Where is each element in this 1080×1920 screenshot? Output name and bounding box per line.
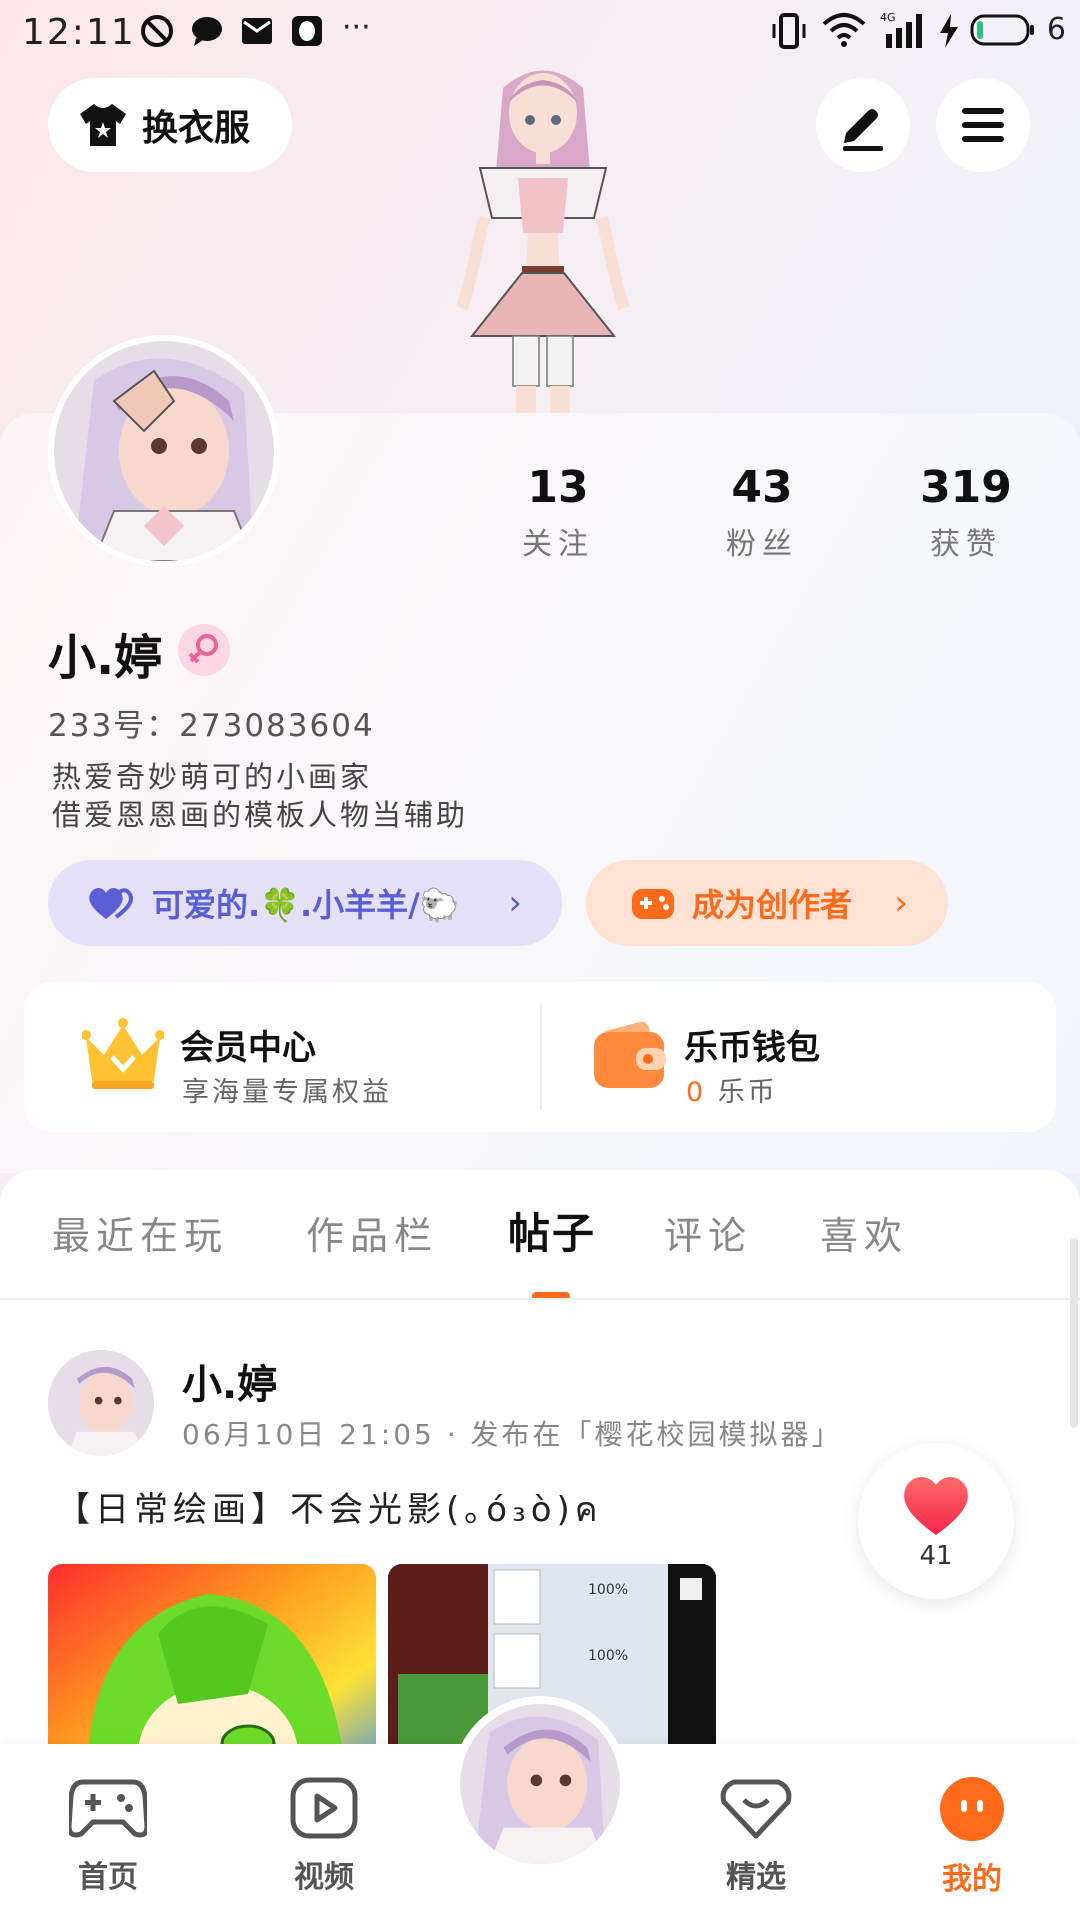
wallet-amount: 0 bbox=[686, 1077, 707, 1108]
tab-posts[interactable]: 帖子 bbox=[508, 1200, 596, 1261]
vibrate-icon bbox=[772, 13, 806, 49]
become-creator-button[interactable]: 成为创作者 › bbox=[586, 860, 948, 946]
heart-icon bbox=[904, 1476, 968, 1535]
avatar-image bbox=[54, 341, 274, 561]
change-outfit-button[interactable]: 换衣服 bbox=[48, 78, 292, 172]
tab-recent-played[interactable]: 最近在玩 bbox=[52, 1205, 228, 1260]
menu-button[interactable] bbox=[936, 78, 1030, 172]
battery-icon bbox=[970, 14, 1034, 46]
gamepad-icon bbox=[632, 889, 674, 919]
profile-avatar[interactable] bbox=[48, 335, 280, 567]
svg-text:100%: 100% bbox=[588, 1582, 628, 1598]
wallet-entry[interactable]: 乐币钱包 0 乐币 bbox=[542, 982, 1056, 1132]
chevron-right-icon: › bbox=[508, 883, 522, 923]
bio-line-2: 借爱恩恩画的模板人物当辅助 bbox=[52, 798, 469, 832]
become-creator-label: 成为创作者 bbox=[692, 886, 853, 924]
gamepad-icon bbox=[66, 1779, 150, 1838]
following-label: 关注 bbox=[522, 527, 594, 562]
profile-username: 小.婷 bbox=[48, 630, 163, 686]
crown-icon bbox=[82, 1018, 164, 1089]
nav-profile-avatar[interactable] bbox=[452, 1696, 628, 1872]
charging-icon bbox=[940, 14, 958, 48]
avatar-image bbox=[460, 1704, 620, 1864]
dnd-icon bbox=[141, 15, 173, 47]
featured-heart-icon bbox=[720, 1779, 792, 1839]
tshirt-icon bbox=[80, 104, 126, 146]
nav-home[interactable]: 首页 bbox=[38, 1776, 178, 1896]
stat-following[interactable]: 13 关注 bbox=[478, 462, 638, 563]
stat-followers[interactable]: 43 粉丝 bbox=[682, 462, 842, 563]
more-notifications-icon: ··· bbox=[342, 10, 371, 45]
nav-featured[interactable]: 精选 bbox=[686, 1776, 826, 1896]
following-count: 13 bbox=[527, 462, 589, 513]
svg-text:100%: 100% bbox=[588, 1648, 628, 1664]
tab-comments[interactable]: 评论 bbox=[664, 1205, 752, 1260]
hamburger-icon bbox=[962, 108, 1004, 142]
wallet-icon bbox=[594, 1021, 666, 1088]
likes-received-count: 319 bbox=[920, 462, 1012, 513]
post-author-name[interactable]: 小.婷 bbox=[182, 1352, 277, 1410]
chevron-right-icon: › bbox=[894, 883, 908, 923]
member-center-entry[interactable]: 会员中心 享海量专属权益 bbox=[24, 982, 540, 1132]
female-gender-icon bbox=[178, 624, 230, 676]
guild-button[interactable]: 可爱的.🍀.小羊羊/🐑 › bbox=[48, 860, 562, 946]
message-icon bbox=[192, 17, 222, 46]
edit-profile-button[interactable] bbox=[816, 78, 910, 172]
nav-video[interactable]: 视频 bbox=[254, 1776, 394, 1896]
member-center-subtitle: 享海量专属权益 bbox=[182, 1077, 392, 1108]
nav-mine-label: 我的 bbox=[942, 1862, 1002, 1897]
avatar-3d-model[interactable] bbox=[418, 58, 668, 413]
cellular-signal-icon: 4G bbox=[880, 11, 922, 48]
like-button[interactable]: 41 bbox=[858, 1443, 1014, 1599]
tab-divider bbox=[0, 1298, 1080, 1300]
qq-icon bbox=[292, 16, 322, 46]
wallet-unit: 乐币 bbox=[717, 1077, 778, 1108]
tab-likes[interactable]: 喜欢 bbox=[820, 1205, 908, 1260]
me-face-icon bbox=[940, 1777, 1004, 1841]
stat-likes[interactable]: 319 获赞 bbox=[886, 462, 1046, 563]
wallet-title: 乐币钱包 bbox=[684, 1028, 820, 1068]
nav-featured-label: 精选 bbox=[726, 1860, 786, 1895]
status-bar: 12:11 ··· 4G 6 bbox=[0, 0, 1080, 62]
followers-label: 粉丝 bbox=[726, 527, 798, 562]
post-meta: 06月10日 21:05 · 发布在「樱花校园模拟器」 bbox=[182, 1418, 843, 1451]
pen-icon bbox=[843, 109, 883, 151]
svg-text:4G: 4G bbox=[880, 11, 896, 24]
mail-icon bbox=[242, 18, 272, 44]
post-author-avatar[interactable] bbox=[48, 1350, 154, 1456]
user-id[interactable]: 233号：273083604 bbox=[48, 700, 375, 745]
guild-label: 可爱的.🍀.小羊羊/🐑 bbox=[152, 886, 460, 924]
nav-video-label: 视频 bbox=[294, 1860, 354, 1895]
likes-received-label: 获赞 bbox=[930, 527, 1002, 562]
like-count: 41 bbox=[919, 1541, 953, 1571]
scrollbar[interactable] bbox=[1070, 1238, 1078, 1428]
nav-mine[interactable]: 我的 bbox=[902, 1776, 1042, 1898]
tab-works[interactable]: 作品栏 bbox=[306, 1205, 438, 1260]
wallet-balance: 0 乐币 bbox=[686, 1070, 778, 1109]
change-outfit-label: 换衣服 bbox=[142, 108, 251, 149]
battery-level: 6 bbox=[1046, 12, 1066, 47]
avatar-image bbox=[48, 1350, 154, 1456]
wifi-icon bbox=[822, 13, 866, 47]
followers-count: 43 bbox=[731, 462, 793, 513]
status-time: 12:11 bbox=[22, 12, 136, 53]
profile-bio: 热爱奇妙萌可的小画家 借爱恩恩画的模板人物当辅助 bbox=[52, 758, 468, 834]
post-text[interactable]: 【日常绘画】不会光影(｡ó₃ò)ค bbox=[56, 1482, 603, 1536]
bio-line-1: 热爱奇妙萌可的小画家 bbox=[52, 760, 373, 794]
member-center-title: 会员中心 bbox=[180, 1028, 316, 1068]
member-wallet-card: 会员中心 享海量专属权益 乐币钱包 0 乐币 bbox=[24, 982, 1056, 1132]
play-video-icon bbox=[290, 1777, 358, 1839]
hearts-icon bbox=[89, 887, 134, 919]
nav-home-label: 首页 bbox=[78, 1860, 138, 1895]
